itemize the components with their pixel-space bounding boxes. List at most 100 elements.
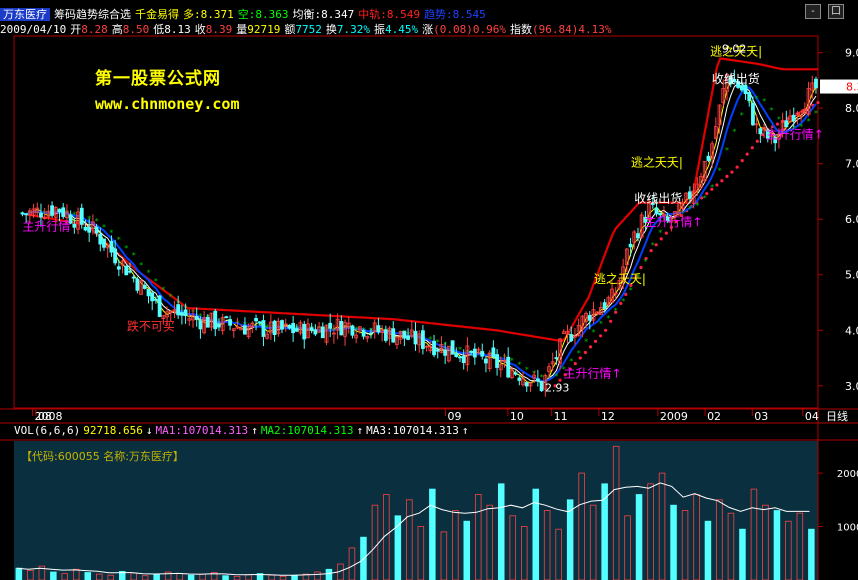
candle-body [257, 321, 262, 324]
high-price-label: 9.02 [722, 43, 747, 56]
candle-body [124, 265, 129, 276]
candle-body [791, 114, 796, 122]
candle-body [469, 350, 474, 353]
candle-body [116, 266, 121, 270]
candle-body [146, 289, 151, 297]
ma-star-marker: * [814, 109, 818, 118]
candle-body [739, 85, 744, 91]
candle-body [484, 358, 488, 364]
ma-star-marker: * [517, 360, 521, 369]
ma-star-marker: * [718, 167, 722, 176]
ma-star-marker: * [265, 323, 269, 332]
volume-tick-label: 100000 [837, 523, 858, 534]
candle-body [513, 372, 518, 375]
support-dot [639, 265, 643, 270]
support-dot [735, 165, 739, 169]
candle-body [402, 330, 407, 339]
volume-bar [497, 483, 505, 580]
support-dot [750, 146, 754, 150]
signal-label: 主升行情↑ [766, 128, 824, 142]
candle-body [142, 284, 147, 289]
ma-star-marker: * [510, 357, 514, 366]
ma-star-marker: * [614, 307, 618, 316]
volume-bar [429, 488, 436, 580]
candle-body [157, 295, 162, 317]
support-dot [715, 183, 719, 187]
candle-body [109, 240, 114, 253]
volume-bar [222, 575, 229, 580]
ma-star-marker: * [770, 106, 774, 115]
current-price-label: 8.39 [846, 81, 858, 94]
candle-body [291, 323, 296, 334]
time-tick-label: 08 [38, 410, 52, 423]
candle-body [309, 327, 314, 331]
ma-star-marker: * [703, 194, 707, 203]
volume-bar [187, 574, 195, 580]
watermark-title: 第一股票公式网 [95, 69, 221, 89]
ma-star-marker: * [102, 223, 106, 232]
ma-star-marker: * [740, 111, 744, 120]
candle-body [94, 226, 99, 234]
chart-frame [0, 35, 858, 580]
support-dot [583, 350, 588, 355]
candle-body [50, 205, 54, 216]
candle-body [450, 340, 455, 355]
price-tick-label: 4.00 [845, 324, 858, 337]
candle-body [743, 84, 748, 94]
candle-body [458, 356, 462, 359]
time-tick-label: 09 [447, 410, 461, 423]
ma-star-marker: * [584, 337, 588, 346]
ma-star-marker: * [124, 244, 128, 253]
candle-body [480, 351, 485, 357]
support-dot [604, 328, 608, 332]
time-tick-label: 04 [805, 410, 819, 423]
ma-star-marker: * [710, 183, 714, 192]
vol-ma3: MA3:107014.313 [366, 424, 459, 437]
candle-body [205, 316, 210, 328]
volume-bar [325, 568, 333, 580]
ma-star-marker: * [658, 228, 662, 237]
candle-body [183, 309, 188, 316]
candle-body [461, 355, 466, 364]
candle-body [421, 330, 425, 349]
support-dot [740, 159, 744, 163]
ma-star-marker: * [629, 286, 633, 295]
candle-body [443, 349, 448, 356]
support-dot [599, 334, 603, 338]
time-tick-label: 12 [601, 410, 615, 423]
candle-body [24, 213, 29, 216]
support-dot [573, 362, 577, 366]
ma-star-marker: * [132, 251, 136, 260]
candle-body [706, 155, 711, 161]
candle-body [113, 248, 118, 264]
volume-bar [84, 572, 92, 580]
volume-axis: 200000 100000 [818, 469, 858, 534]
candle-body [636, 233, 640, 239]
watermark-url[interactable]: www.chnmoney.com [95, 95, 240, 113]
signal-label: 跌不可买 [127, 318, 175, 333]
support-dot [755, 139, 759, 143]
support-dot [816, 101, 820, 105]
candle-body [369, 332, 373, 335]
candle-body [524, 382, 529, 387]
time-tick-label: 11 [554, 410, 568, 423]
signal-label: 逃之夭夭| [594, 272, 646, 286]
candle-body [313, 329, 318, 335]
candle-body [224, 316, 229, 319]
time-tick-label: 02 [707, 410, 721, 423]
volume-bar [291, 575, 298, 580]
time-tick-label: 10 [510, 410, 524, 423]
candle-body [176, 304, 181, 316]
candle-body [150, 292, 155, 302]
vol-ma1: MA1:107014.313 [155, 424, 249, 437]
candle-body [751, 102, 755, 126]
candlestick-series [20, 69, 818, 397]
signal-label: 主升行情↑ [644, 215, 702, 229]
candle-body [79, 207, 84, 225]
ma-star-marker: * [577, 349, 581, 358]
price-tick-label: 9.00 [845, 47, 858, 60]
support-dot [659, 237, 663, 241]
price-tick-label: 3.00 [845, 380, 858, 393]
price-axis: 9.00 8.00 7.00 6.00 5.00 4.00 3.00 8.39 [818, 47, 858, 393]
candle-body [287, 324, 292, 329]
